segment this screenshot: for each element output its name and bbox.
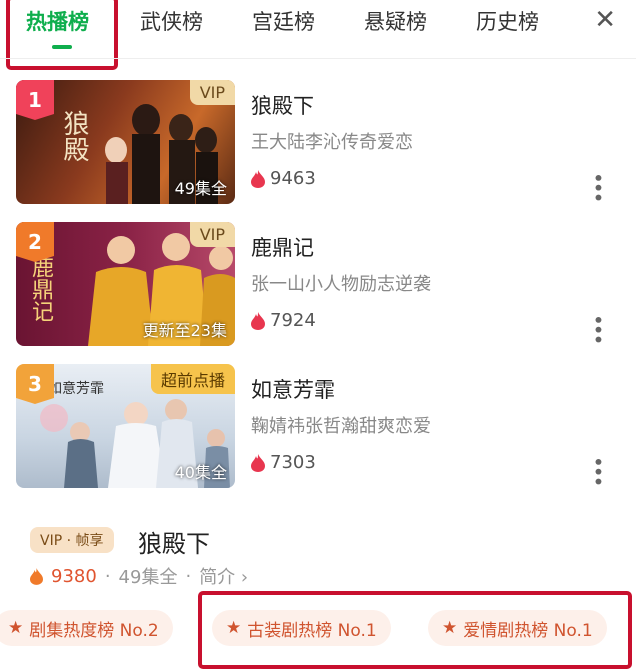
vip-badge: VIP	[189, 80, 235, 105]
poster-title: 狼殿	[59, 110, 89, 162]
poster-thumbnail[interactable]: 如意芳霏 3 超前点播 40集全	[16, 364, 235, 488]
poster-title: 鹿鼎记	[28, 256, 53, 322]
tab-history[interactable]: 历史榜	[476, 6, 539, 36]
intro-link[interactable]: 简介 ›	[199, 563, 248, 589]
drama-detail-header: VIP · 帧享 狼殿下 9380 · 49集全 · 简介 ›	[30, 527, 610, 589]
heat-score: 9463	[251, 168, 316, 189]
intro-label: 简介	[199, 567, 236, 588]
more-options-icon[interactable]: •••	[586, 314, 610, 343]
ranking-chips: ★ 剧集热度榜 No.2 ★ 古装剧热榜 No.1 ★ 爱情剧热榜 No.1	[0, 610, 636, 650]
separator: ·	[104, 565, 111, 587]
rank-badge: 1	[16, 80, 54, 120]
star-icon: ★	[442, 618, 458, 638]
flame-icon	[251, 453, 265, 472]
heat-value: 9463	[270, 168, 316, 189]
tab-mystery[interactable]: 悬疑榜	[364, 6, 427, 36]
drama-title[interactable]: 鹿鼎记	[251, 232, 314, 262]
poster-thumbnail[interactable]: 鹿鼎记 2 VIP 更新至23集	[16, 222, 235, 346]
heat-value: 7303	[270, 452, 316, 473]
drama-title[interactable]: 狼殿下	[251, 90, 314, 120]
heat-score: 7924	[251, 310, 316, 331]
separator: ·	[185, 565, 192, 587]
drama-title[interactable]: 如意芳霏	[251, 374, 335, 404]
drama-description: 鞠婧祎张哲瀚甜爽恋爱	[251, 416, 431, 437]
list-item[interactable]: 鹿鼎记 2 VIP 更新至23集 鹿鼎记 张一山小人物励志逆袭 7924 •••	[0, 222, 636, 348]
vip-frame-badge: VIP · 帧享	[30, 527, 114, 553]
tab-wuxia[interactable]: 武侠榜	[140, 6, 203, 36]
active-tab-indicator	[52, 45, 72, 49]
rank-badge: 2	[16, 222, 54, 262]
poster-title: 如意芳霏	[48, 381, 104, 397]
drama-description: 王大陆李沁传奇爱恋	[251, 132, 413, 153]
rank-badge: 3	[16, 364, 54, 404]
chip-romance-rank[interactable]: ★ 爱情剧热榜 No.1	[428, 610, 607, 646]
list-item[interactable]: 狼殿 1 VIP 49集全 狼殿下 王大陆李沁传奇爱恋 9463 •••	[0, 80, 636, 206]
star-icon: ★	[8, 618, 24, 638]
vip-badge: VIP	[189, 222, 235, 247]
more-options-icon[interactable]: •••	[586, 172, 610, 201]
chip-label: 爱情剧热榜 No.1	[463, 620, 593, 641]
chevron-right-icon: ›	[240, 567, 249, 588]
flame-icon	[251, 169, 265, 188]
chip-costume-rank[interactable]: ★ 古装剧热榜 No.1	[212, 610, 391, 646]
close-icon[interactable]: ✕	[594, 5, 616, 35]
episode-count: 49集全	[174, 179, 227, 198]
episode-count: 40集全	[174, 463, 227, 482]
detail-heat: 9380	[51, 565, 97, 587]
flame-icon	[30, 567, 43, 585]
chip-label: 古装剧热榜 No.1	[247, 620, 377, 641]
chip-label: 剧集热度榜 No.2	[29, 620, 159, 641]
divider	[0, 58, 636, 59]
episode-count: 更新至23集	[142, 321, 227, 340]
detail-title: 狼殿下	[138, 530, 210, 558]
heat-value: 7924	[270, 310, 316, 331]
list-item[interactable]: 如意芳霏 3 超前点播 40集全 如意芳霏 鞠婧祎张哲瀚甜爽恋爱 7303 ••…	[0, 364, 636, 490]
poster-thumbnail[interactable]: 狼殿 1 VIP 49集全	[16, 80, 235, 204]
heat-score: 7303	[251, 452, 316, 473]
detail-meta: 9380 · 49集全 · 简介 ›	[30, 563, 248, 589]
tab-palace[interactable]: 宫廷榜	[252, 6, 315, 36]
tab-hot[interactable]: 热播榜	[26, 6, 89, 36]
category-tabs: 热播榜 武侠榜 宫廷榜 悬疑榜 历史榜 ✕	[0, 0, 636, 58]
star-icon: ★	[226, 618, 242, 638]
detail-episodes: 49集全	[118, 567, 178, 588]
preview-badge: 超前点播	[150, 364, 235, 394]
more-options-icon[interactable]: •••	[586, 456, 610, 485]
chip-drama-heat-rank[interactable]: ★ 剧集热度榜 No.2	[0, 610, 173, 646]
drama-description: 张一山小人物励志逆袭	[251, 274, 431, 295]
flame-icon	[251, 311, 265, 330]
